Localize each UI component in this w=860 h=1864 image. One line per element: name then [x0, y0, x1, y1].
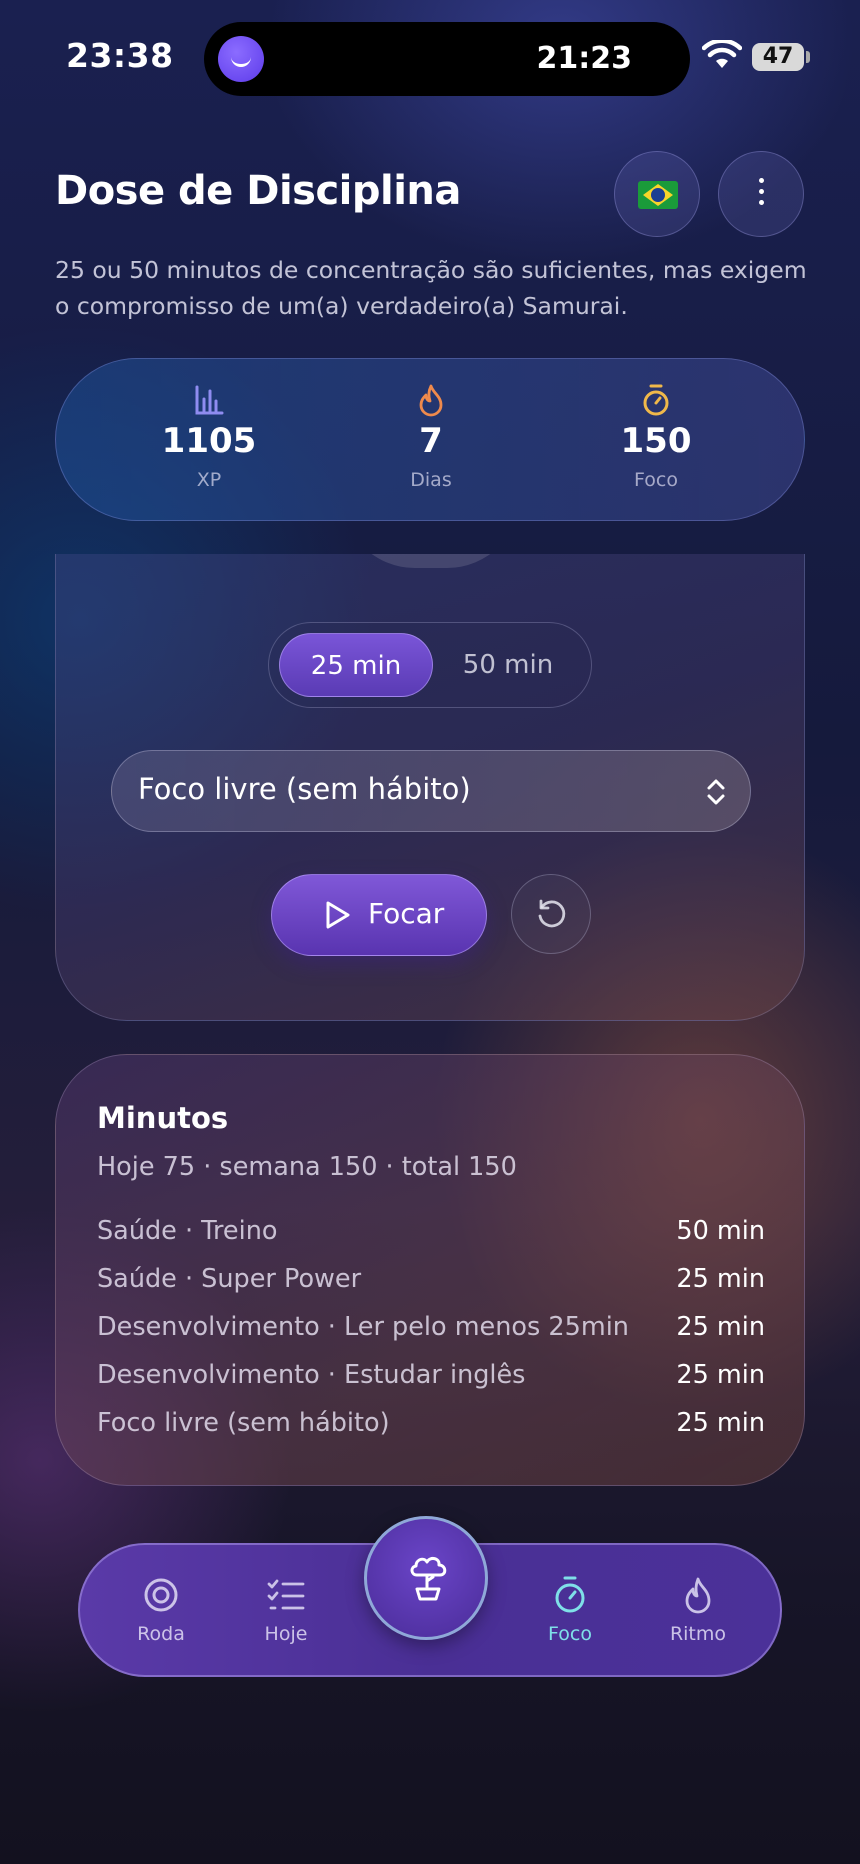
app-mascot-icon	[218, 36, 264, 82]
nav-item-roda[interactable]: Roda	[106, 1573, 216, 1645]
list-item: Foco livre (sem hábito) 25 min	[97, 1402, 765, 1450]
nav-label: Ritmo	[669, 1623, 727, 1645]
list-item: Saúde · Treino 50 min	[97, 1210, 765, 1258]
flame-icon	[685, 1577, 711, 1614]
stat-focus: 150 Foco	[566, 383, 746, 491]
minutes-summary: Hoje 75 · semana 150 · total 150	[97, 1152, 517, 1182]
list-item: Saúde · Super Power 25 min	[97, 1258, 765, 1306]
target-icon	[144, 1578, 178, 1612]
minutes-list: Saúde · Treino 50 min Saúde · Super Powe…	[97, 1210, 765, 1450]
focus-timer-card: 25 min 50 min Foco livre (sem hábito) Fo…	[55, 554, 805, 1021]
minutes-row-name: Foco livre (sem hábito)	[97, 1408, 390, 1438]
stopwatch-icon	[643, 384, 669, 416]
minutes-row-value: 25 min	[676, 1408, 765, 1438]
minutes-row-value: 25 min	[676, 1360, 765, 1390]
minutes-card: Minutos Hoje 75 · semana 150 · total 150…	[55, 1054, 805, 1486]
reset-icon	[538, 899, 566, 928]
nav-item-hoje[interactable]: Hoje	[231, 1573, 341, 1645]
minutes-row-name: Saúde · Super Power	[97, 1264, 362, 1294]
timer-dial	[341, 554, 521, 568]
status-time: 23:38	[66, 36, 174, 75]
nav-item-ritmo[interactable]: Ritmo	[643, 1573, 753, 1645]
brazil-flag-icon	[638, 181, 678, 209]
battery-tip	[806, 51, 810, 63]
nav-label: Hoje	[264, 1623, 308, 1645]
chevron-up-down-icon	[707, 779, 725, 805]
status-bar: 23:38 21:23 47	[0, 0, 860, 115]
minutes-row-name: Desenvolvimento · Ler pelo menos 25min	[97, 1312, 629, 1342]
xp-value: 1105	[161, 421, 257, 461]
nav-label: Roda	[137, 1623, 185, 1645]
minutes-row-name: Saúde · Treino	[97, 1216, 278, 1246]
bonsai-tree-icon	[410, 1556, 447, 1601]
minutes-row-value: 50 min	[676, 1216, 765, 1246]
days-label: Dias	[410, 469, 452, 491]
play-icon	[326, 901, 350, 929]
duration-25-button[interactable]: 25 min	[279, 633, 433, 697]
more-options-button[interactable]	[718, 151, 804, 237]
xp-label: XP	[196, 469, 222, 491]
island-timer: 21:23	[536, 41, 633, 76]
habit-select[interactable]: Foco livre (sem hábito)	[111, 750, 751, 832]
language-button[interactable]	[614, 151, 700, 237]
stat-xp: 1105 XP	[119, 383, 299, 491]
stopwatch-icon	[555, 1576, 585, 1613]
nav-center-button[interactable]	[364, 1516, 488, 1640]
duration-50-button[interactable]: 50 min	[431, 633, 585, 697]
minutes-row-name: Desenvolvimento · Estudar inglês	[97, 1360, 526, 1390]
focus-value: 150	[620, 421, 692, 461]
stats-card: 1105 XP 7 Dias 150 Foco	[55, 358, 805, 521]
flame-icon	[419, 384, 443, 417]
focus-label: Foco	[634, 469, 678, 491]
bar-chart-icon	[195, 385, 224, 415]
habit-select-value: Foco livre (sem hábito)	[138, 772, 471, 806]
nav-label: Foco	[548, 1623, 592, 1645]
minutes-row-value: 25 min	[676, 1264, 765, 1294]
duration-selector: 25 min 50 min	[268, 622, 592, 708]
start-focus-label: Focar	[368, 897, 445, 930]
list-item: Desenvolvimento · Estudar inglês 25 min	[97, 1354, 765, 1402]
days-value: 7	[419, 421, 443, 461]
minutes-title: Minutos	[97, 1101, 229, 1135]
page-subtitle: 25 ou 50 minutos de concentração são suf…	[55, 256, 807, 320]
more-vertical-icon	[759, 178, 765, 211]
dynamic-island[interactable]: 21:23	[204, 22, 690, 96]
stat-days: 7 Dias	[341, 383, 521, 491]
list-item: Desenvolvimento · Ler pelo menos 25min 2…	[97, 1306, 765, 1354]
checklist-icon	[267, 1579, 305, 1610]
wifi-icon	[702, 40, 742, 68]
battery-indicator: 47	[752, 43, 804, 71]
start-focus-button[interactable]: Focar	[271, 874, 487, 956]
reset-button[interactable]	[511, 874, 591, 954]
minutes-row-value: 25 min	[676, 1312, 765, 1342]
nav-item-foco[interactable]: Foco	[515, 1573, 625, 1645]
page-title: Dose de Disciplina	[55, 168, 461, 214]
